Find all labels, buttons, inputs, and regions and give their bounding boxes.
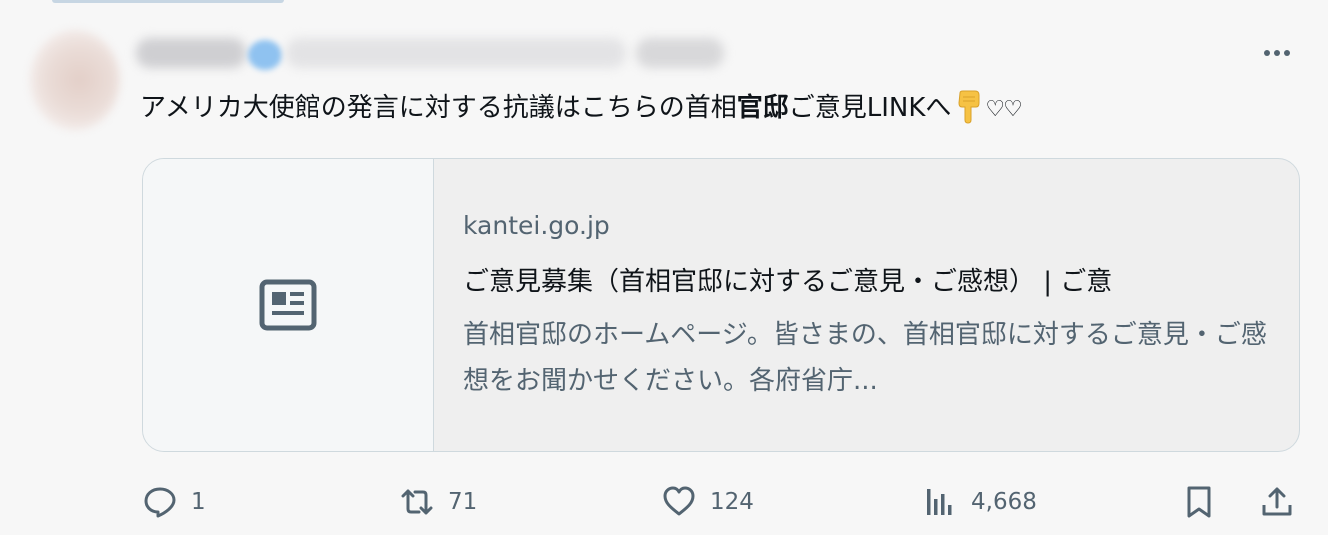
reply-count: 1	[191, 489, 206, 515]
more-options-button[interactable]	[1255, 36, 1299, 70]
card-description: 首相官邸のホームページ。皆さまの、首相官邸に対するご意見・ご感想をお聞かせくださ…	[463, 320, 1267, 396]
like-count: 124	[710, 489, 754, 515]
views-button[interactable]: 4,668	[923, 476, 1037, 528]
link-preview-card[interactable]: kantei.go.jp ご意見募集（首相官邸に対するご意見・ご感想） | ご意…	[142, 158, 1300, 452]
views-count: 4,668	[971, 489, 1037, 515]
article-icon	[259, 279, 317, 331]
hearts-text: ♡♡	[985, 97, 1022, 122]
retweet-icon	[401, 489, 433, 515]
card-thumbnail	[143, 159, 434, 451]
retweet-count: 71	[448, 489, 478, 515]
verified-badge-blurred	[248, 40, 282, 70]
handle-blurred[interactable]	[286, 38, 626, 68]
more-icon	[1264, 50, 1290, 56]
card-domain: kantei.go.jp	[463, 211, 610, 240]
share-icon	[1262, 487, 1292, 516]
display-name-blurred[interactable]	[136, 38, 246, 68]
tweet-text-prefix: アメリカ大使館の発言に対する抗議はこちらの首相	[140, 93, 737, 123]
views-icon	[927, 489, 952, 515]
reply-icon	[144, 487, 176, 518]
bookmark-button[interactable]	[1182, 476, 1216, 528]
retweet-button[interactable]: 71	[400, 476, 477, 528]
tweet-text-highlight: 官邸	[736, 93, 789, 123]
action-bar: 1 71 124 4,668	[0, 476, 1328, 528]
like-button[interactable]: 124	[662, 476, 754, 528]
tweet-text: アメリカ大使館の発言に対する抗議はこちらの首相官邸ご意見LINKへ ♡♡	[140, 88, 1023, 130]
avatar[interactable]	[30, 30, 120, 130]
top-accent-bar	[52, 0, 284, 3]
timestamp-blurred[interactable]	[636, 38, 724, 68]
bookmark-icon	[1187, 486, 1211, 518]
tweet-text-suffix: ご意見LINKへ	[788, 93, 952, 123]
pointing-down-emoji-icon	[958, 90, 980, 124]
like-icon	[663, 486, 695, 516]
card-title: ご意見募集（首相官邸に対するご意見・ご感想） | ご意	[463, 267, 1113, 297]
reply-button[interactable]: 1	[143, 476, 206, 528]
share-button[interactable]	[1260, 476, 1294, 528]
